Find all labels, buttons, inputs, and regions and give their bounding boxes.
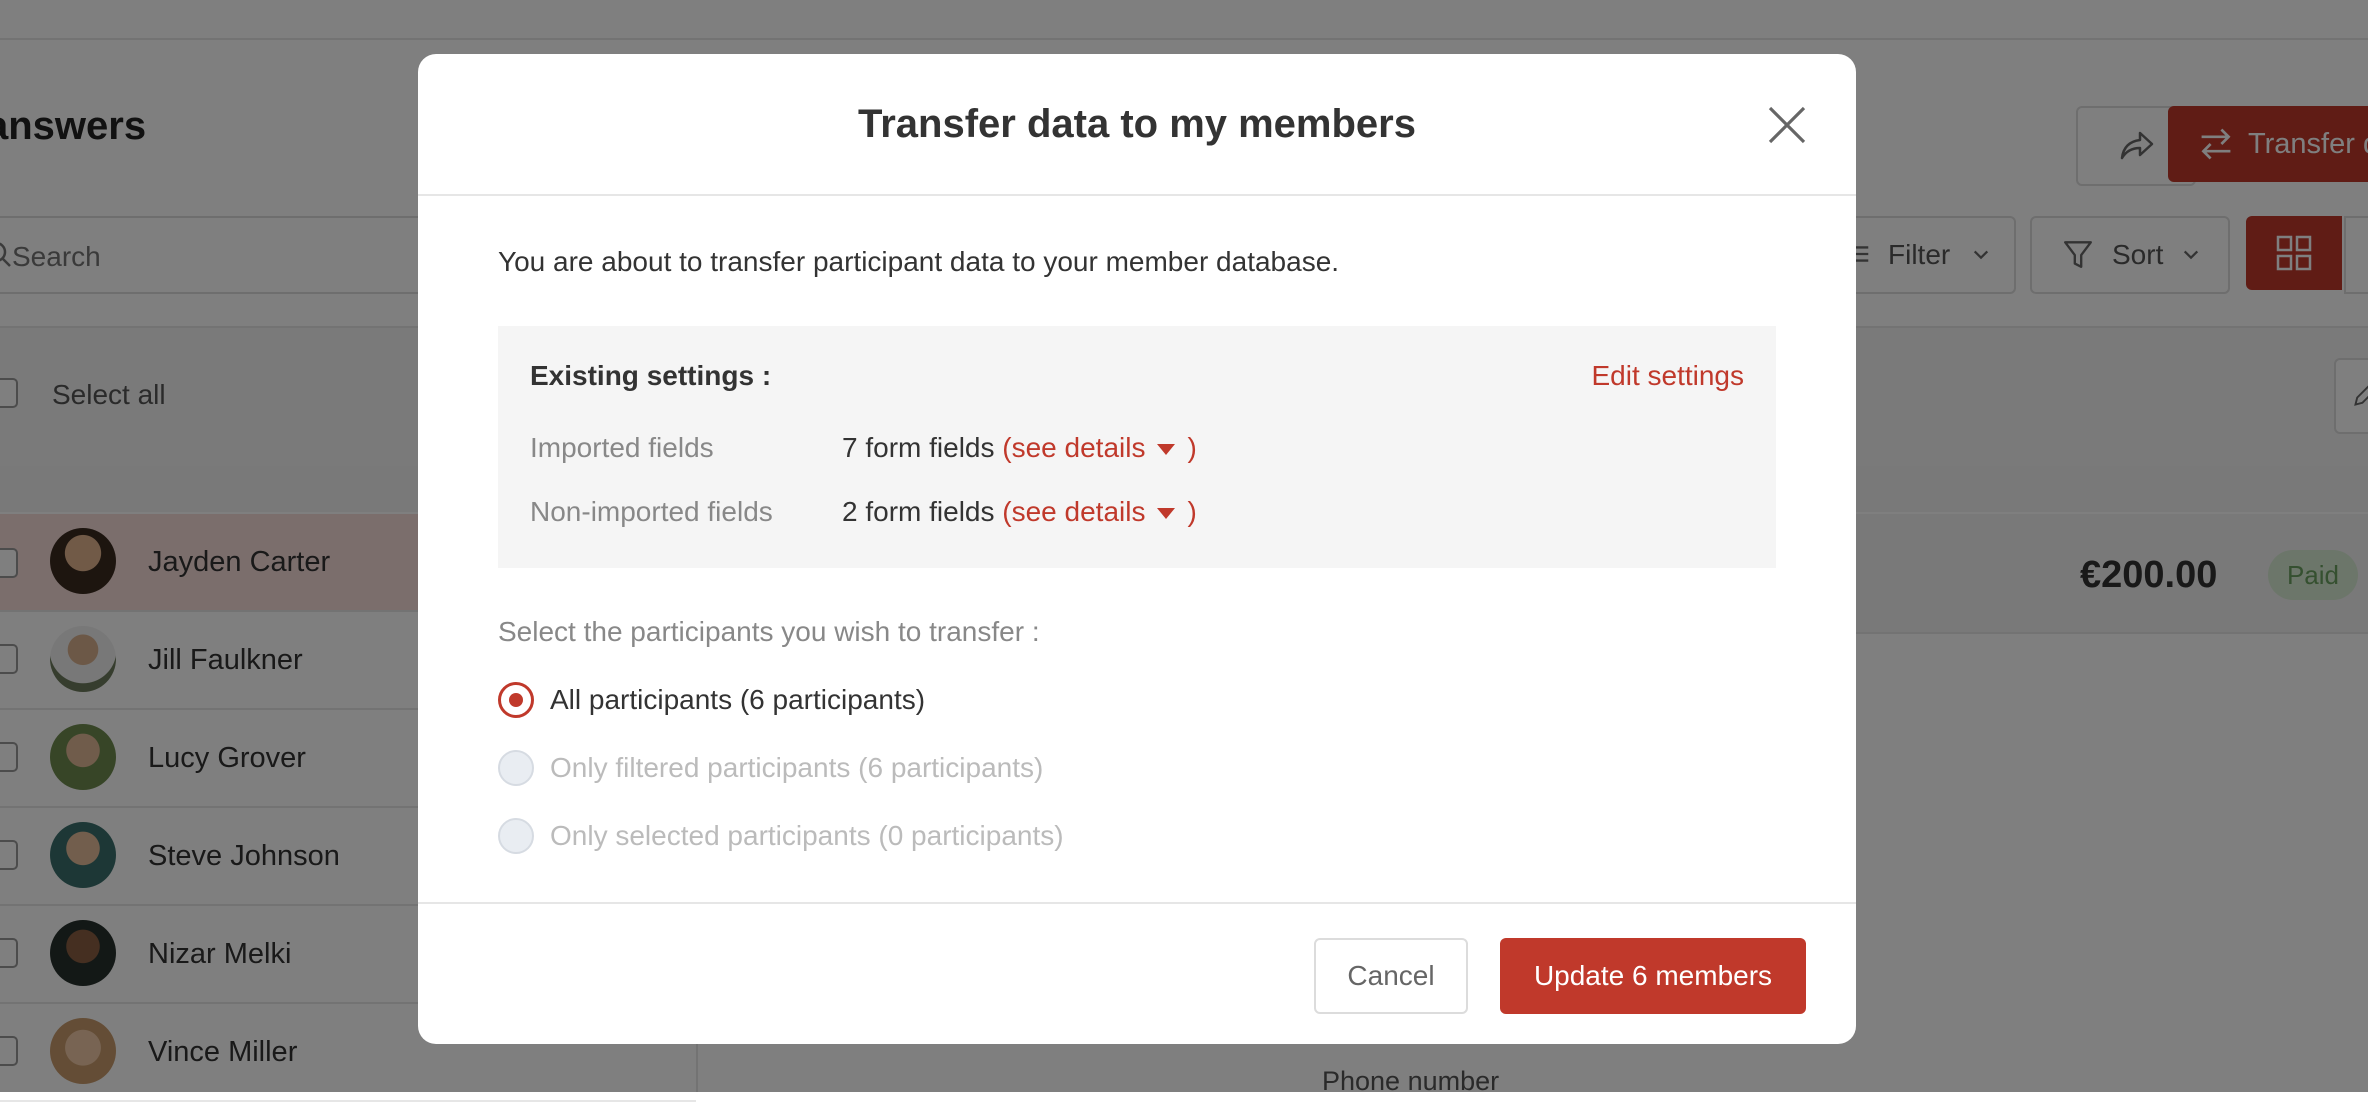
- imported-fields-value: 7 form fields (see details): [842, 432, 1197, 464]
- caret-down-icon: [1157, 444, 1176, 456]
- non-imported-fields-count: 2 form fields: [842, 496, 995, 527]
- edit-settings-link[interactable]: Edit settings: [1591, 360, 1744, 392]
- settings-heading: Existing settings :: [530, 360, 772, 391]
- dialog-header: Transfer data to my members: [418, 54, 1856, 196]
- non-imported-fields-value: 2 form fields (see details): [842, 496, 1197, 528]
- non-imported-fields-see-details[interactable]: (see details): [1002, 496, 1197, 527]
- radio-all-participants-label: All participants (6 participants): [550, 684, 926, 715]
- participant-selection-label: Select the participants you wish to tran…: [498, 616, 1040, 647]
- radio-button-disabled: [498, 818, 534, 854]
- caret-down-icon: [1157, 508, 1176, 520]
- see-details-close: ): [1187, 432, 1197, 463]
- imported-fields-label: Imported fields: [530, 432, 714, 463]
- radio-button-disabled: [498, 750, 534, 786]
- non-imported-fields-label: Non-imported fields: [530, 496, 773, 527]
- see-details-label: (see details: [1002, 432, 1146, 463]
- radio-filtered-participants-label: Only filtered participants (6 participan…: [550, 752, 1044, 783]
- see-details-label: (see details: [1002, 496, 1146, 527]
- radio-button-checked[interactable]: [498, 682, 534, 718]
- update-members-button[interactable]: Update 6 members: [1500, 938, 1806, 1014]
- cancel-button[interactable]: Cancel: [1314, 938, 1468, 1014]
- imported-fields-count: 7 form fields: [842, 432, 995, 463]
- close-icon[interactable]: [1764, 102, 1810, 148]
- dialog-footer: Cancel Update 6 members: [418, 902, 1856, 1044]
- see-details-close: ): [1187, 496, 1197, 527]
- transfer-data-dialog: Transfer data to my members You are abou…: [418, 54, 1856, 1044]
- dialog-title: Transfer data to my members: [858, 102, 1416, 146]
- imported-fields-see-details[interactable]: (see details): [1002, 432, 1197, 463]
- dialog-intro-text: You are about to transfer participant da…: [498, 246, 1340, 277]
- radio-selected-participants-label: Only selected participants (0 participan…: [550, 820, 1064, 851]
- existing-settings-panel: Existing settings : Edit settings Import…: [498, 326, 1776, 568]
